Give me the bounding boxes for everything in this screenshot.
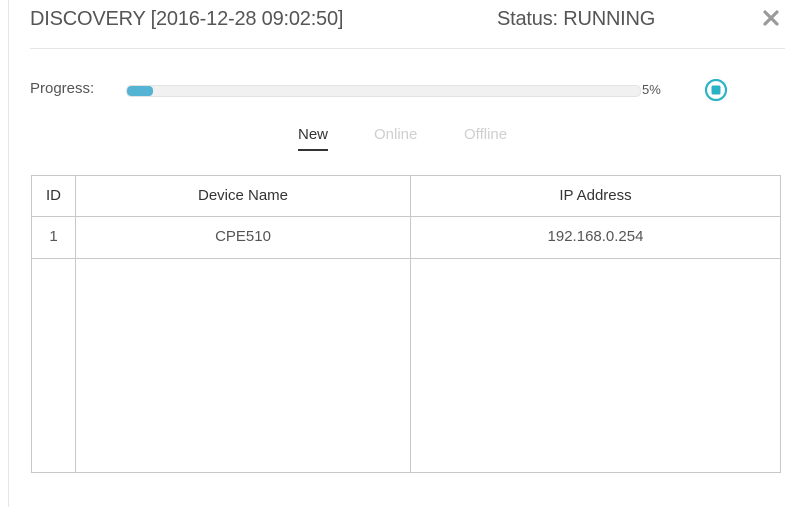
close-icon [763,10,779,26]
column-divider [75,176,76,472]
column-divider [410,176,411,472]
column-header-device-name: Device Name [197,187,289,204]
device-tabs: New Online Offline [298,126,558,154]
discovery-dialog: DISCOVERY [2016-12-28 09:02:50] Status: … [0,0,787,507]
table-row-id: 1 [49,228,58,245]
table-row-device-name: CPE510 [215,228,271,245]
table-row-ip-address: 192.168.0.254 [547,228,644,245]
column-header-id: ID [46,187,61,204]
status-text: Status: RUNNING [497,8,656,30]
row-divider [32,216,780,217]
progress-percent: 5% [642,82,661,97]
close-button[interactable] [761,8,781,28]
device-table: ID Device Name IP Address 1 CPE510 192.1… [31,175,781,473]
tab-new[interactable]: New [298,126,329,151]
tab-offline[interactable]: Offline [464,126,507,143]
stop-circle-icon [704,78,728,102]
dialog-left-border [8,0,9,507]
dialog-header: DISCOVERY [2016-12-28 09:02:50] Status: … [30,0,785,49]
progress-bar [126,85,641,97]
tab-online[interactable]: Online [374,126,417,143]
progress-label: Progress: [30,80,95,97]
column-header-ip-address: IP Address [559,187,632,204]
progress-fill [127,86,153,96]
stop-button[interactable] [704,78,728,102]
row-divider [32,258,780,259]
progress-row: Progress: 5% [30,78,750,102]
dialog-title: DISCOVERY [2016-12-28 09:02:50] [30,8,344,30]
